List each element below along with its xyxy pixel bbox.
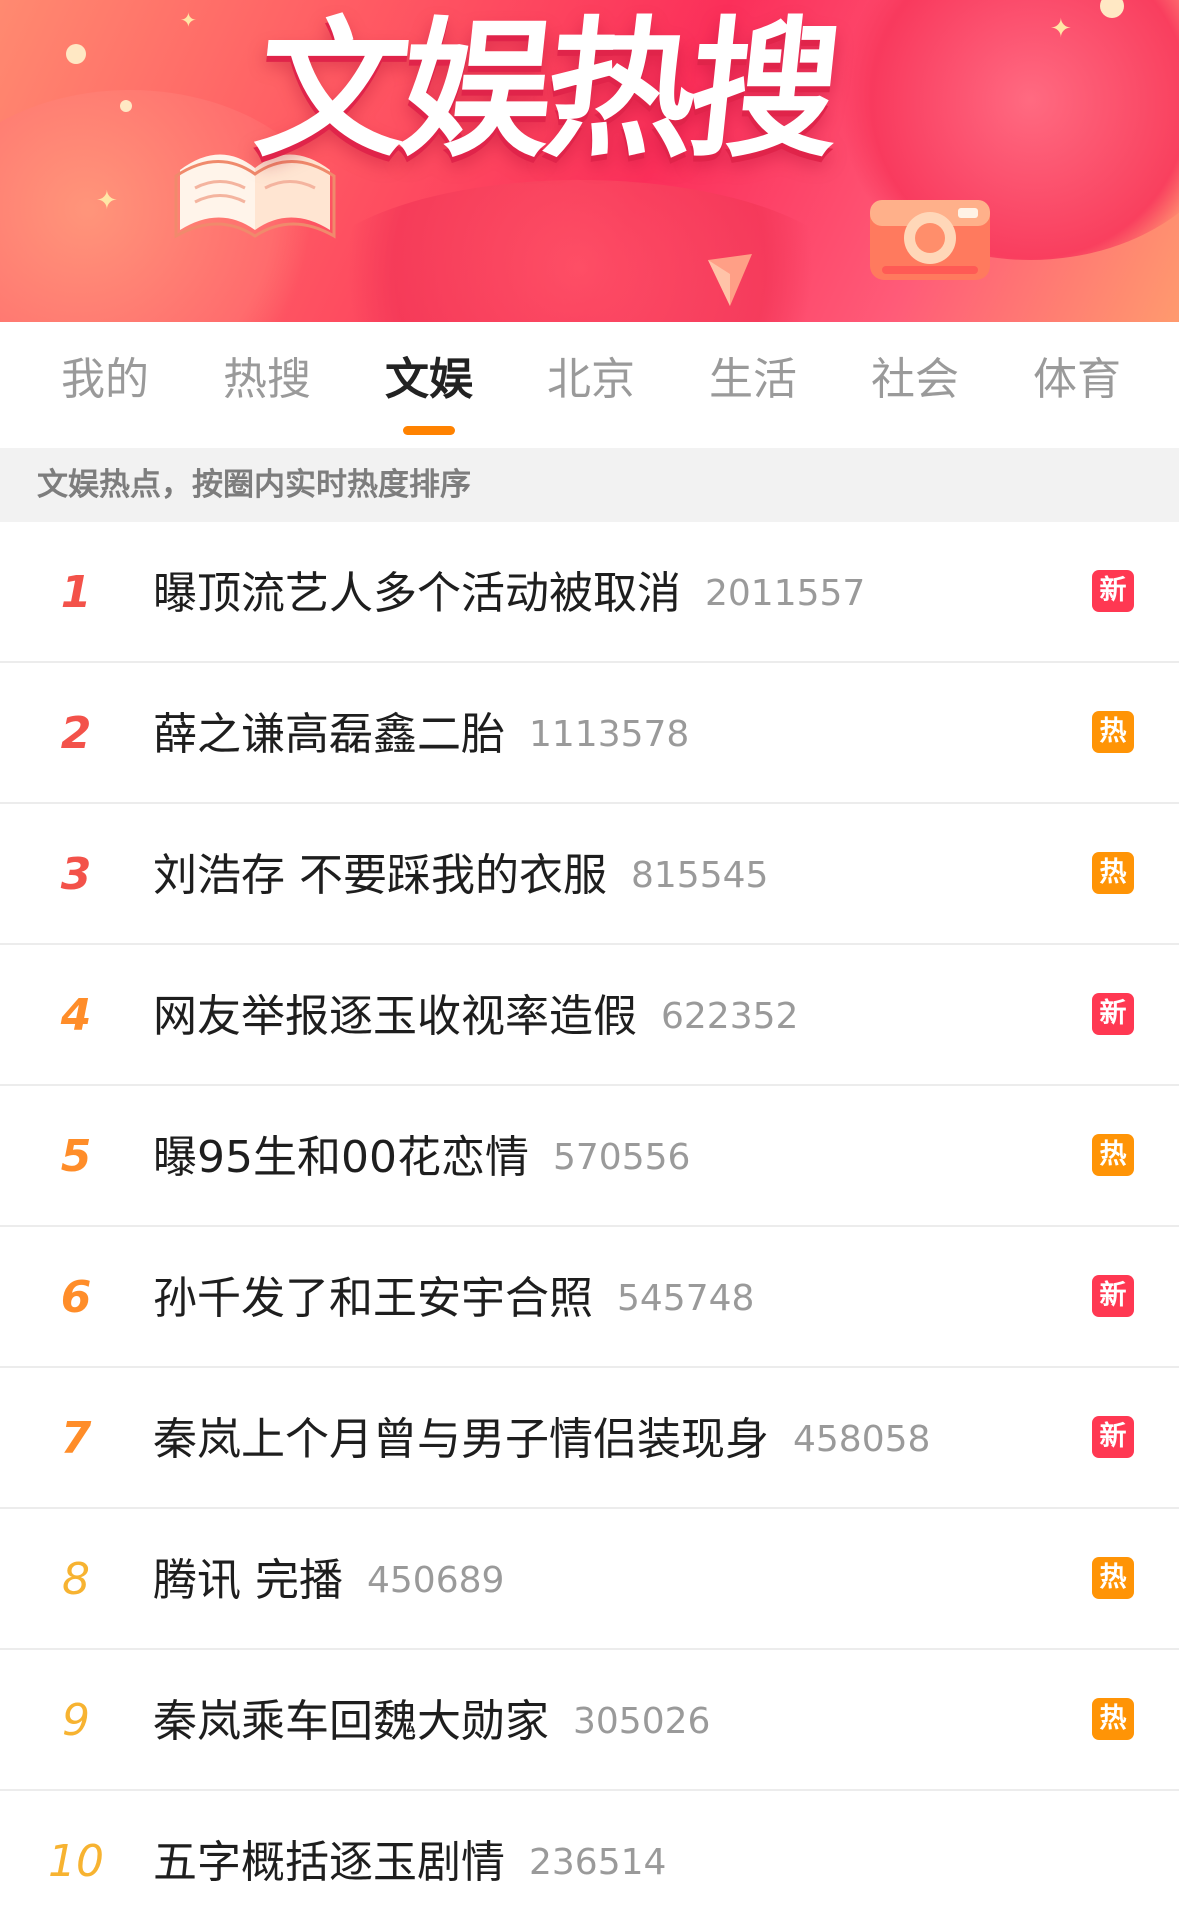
- topic-title[interactable]: 曝顶流艺人多个活动被取消: [153, 568, 681, 619]
- heat-count: 815545: [631, 855, 769, 896]
- hot-badge: 热: [1092, 1557, 1134, 1599]
- topic-title[interactable]: 五字概括逐玉剧情: [153, 1837, 505, 1888]
- topic-title[interactable]: 秦岚乘车回魏大勋家: [153, 1696, 549, 1747]
- banner-decoration: [300, 180, 860, 322]
- new-badge: 新: [1092, 1275, 1134, 1317]
- heat-count: 622352: [661, 996, 799, 1037]
- heat-count: 305026: [573, 1701, 711, 1742]
- section-description: 文娱热点，按圈内实时热度排序: [0, 448, 1179, 522]
- heat-count: 1113578: [529, 714, 690, 755]
- item-text: 腾讯 完播 450689: [153, 1509, 504, 1650]
- rank-number: 9: [62, 1695, 90, 1746]
- rank-number: 8: [62, 1554, 90, 1605]
- heat-count: 545748: [617, 1278, 755, 1319]
- item-text: 秦岚上个月曾与男子情侣装现身 458058: [153, 1368, 930, 1509]
- item-text: 孙千发了和王安宇合照 545748: [153, 1227, 754, 1368]
- hot-badge: 热: [1092, 1698, 1134, 1740]
- list-item[interactable]: 10 五字概括逐玉剧情 236514: [0, 1791, 1179, 1907]
- rank-number: 10: [48, 1836, 104, 1887]
- heat-count: 450689: [367, 1560, 505, 1601]
- topic-title[interactable]: 孙千发了和王安宇合照: [153, 1273, 593, 1324]
- heat-count: 236514: [529, 1842, 667, 1883]
- item-text: 刘浩存 不要踩我的衣服 815545: [153, 804, 768, 945]
- page: ✦ ✦ ✦ 文娱热搜 我的 热搜 文娱 北京 生活 社会 体育 文娱热点，按圈内…: [0, 0, 1179, 1907]
- item-text: 五字概括逐玉剧情 236514: [153, 1791, 666, 1907]
- rank-number: 7: [60, 1413, 92, 1464]
- list-item[interactable]: 9 秦岚乘车回魏大勋家 305026 热: [0, 1650, 1179, 1791]
- gem-icon: [708, 254, 752, 306]
- tab-beijing[interactable]: 北京: [511, 358, 671, 402]
- new-badge: 新: [1092, 570, 1134, 612]
- hot-badge: 热: [1092, 852, 1134, 894]
- list-item[interactable]: 1 曝顶流艺人多个活动被取消 2011557 新: [0, 522, 1179, 663]
- heat-count: 2011557: [705, 573, 866, 614]
- tab-mine[interactable]: 我的: [25, 358, 185, 402]
- sparkle-icon: ✦: [180, 8, 197, 32]
- banner-dot: [66, 44, 86, 64]
- list-item[interactable]: 4 网友举报逐玉收视率造假 622352 新: [0, 945, 1179, 1086]
- item-text: 曝95生和00花恋情 570556: [153, 1086, 690, 1227]
- item-text: 秦岚乘车回魏大勋家 305026: [153, 1650, 710, 1791]
- rank-number: 6: [60, 1272, 92, 1323]
- topic-title[interactable]: 秦岚上个月曾与男子情侣装现身: [153, 1414, 769, 1465]
- rank-number: 1: [60, 567, 92, 618]
- active-tab-indicator: [403, 426, 455, 435]
- rank-number: 4: [60, 990, 92, 1041]
- new-badge: 新: [1092, 993, 1134, 1035]
- hot-badge: 热: [1092, 711, 1134, 753]
- hot-badge: 热: [1092, 1134, 1134, 1176]
- list-item[interactable]: 5 曝95生和00花恋情 570556 热: [0, 1086, 1179, 1227]
- list-item[interactable]: 2 薛之谦高磊鑫二胎 1113578 热: [0, 663, 1179, 804]
- tab-sports[interactable]: 体育: [997, 358, 1157, 402]
- banner-dot: [120, 100, 132, 112]
- heat-count: 570556: [552, 1137, 691, 1178]
- sparkle-icon: ✦: [96, 186, 118, 216]
- topic-title[interactable]: 腾讯 完播: [153, 1555, 343, 1606]
- rank-number: 3: [60, 849, 92, 900]
- list-item[interactable]: 6 孙千发了和王安宇合照 545748 新: [0, 1227, 1179, 1368]
- tab-entertainment[interactable]: 文娱: [349, 358, 509, 402]
- rank-number: 5: [60, 1131, 92, 1182]
- heat-count: 458058: [793, 1419, 931, 1460]
- category-tabs: 我的 热搜 文娱 北京 生活 社会 体育: [0, 322, 1179, 448]
- topic-title[interactable]: 曝95生和00花恋情: [153, 1132, 529, 1183]
- list-item[interactable]: 7 秦岚上个月曾与男子情侣装现身 458058 新: [0, 1368, 1179, 1509]
- list-item[interactable]: 3 刘浩存 不要踩我的衣服 815545 热: [0, 804, 1179, 945]
- rank-number: 2: [60, 708, 92, 759]
- tab-hot-search[interactable]: 热搜: [187, 358, 347, 402]
- item-text: 曝顶流艺人多个活动被取消 2011557: [153, 522, 865, 663]
- sparkle-icon: ✦: [1050, 14, 1072, 44]
- camera-icon: [870, 200, 990, 280]
- item-text: 网友举报逐玉收视率造假 622352: [153, 945, 798, 1086]
- list-item[interactable]: 8 腾讯 完播 450689 热: [0, 1509, 1179, 1650]
- tab-society[interactable]: 社会: [835, 358, 995, 402]
- new-badge: 新: [1092, 1416, 1134, 1458]
- topic-title[interactable]: 网友举报逐玉收视率造假: [153, 991, 637, 1042]
- topic-title[interactable]: 刘浩存 不要踩我的衣服: [153, 850, 607, 901]
- banner-title: 文娱热搜: [248, 4, 844, 178]
- tab-life[interactable]: 生活: [673, 358, 833, 402]
- banner: ✦ ✦ ✦ 文娱热搜: [0, 0, 1179, 322]
- item-text: 薛之谦高磊鑫二胎 1113578: [153, 663, 689, 804]
- hot-search-list: 1 曝顶流艺人多个活动被取消 2011557 新 2 薛之谦高磊鑫二胎 111357…: [0, 522, 1179, 1907]
- topic-title[interactable]: 薛之谦高磊鑫二胎: [153, 709, 505, 760]
